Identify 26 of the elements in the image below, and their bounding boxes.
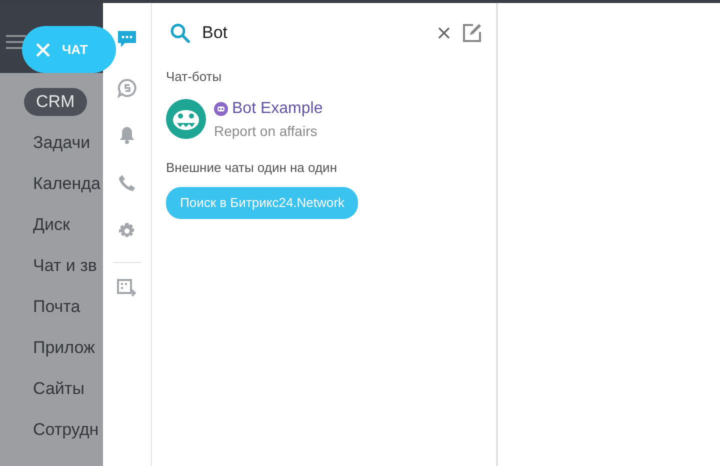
menu-item[interactable]: Диск	[33, 210, 70, 238]
grid-arrow-icon[interactable]	[117, 279, 137, 297]
menu-item[interactable]: Сотрудн	[33, 416, 99, 444]
menu-item[interactable]: Чат и зв	[33, 252, 97, 280]
chat-icon[interactable]	[117, 30, 137, 48]
bot-name[interactable]: Bot Example	[232, 96, 323, 120]
close-icon	[36, 42, 50, 56]
menu-item[interactable]: Сайты	[33, 374, 84, 402]
edit-icon[interactable]	[462, 23, 482, 43]
phone-icon[interactable]	[118, 174, 136, 192]
chat-bubble-icon[interactable]	[117, 78, 137, 98]
menu-item[interactable]: Задачи	[33, 128, 90, 156]
section-title: Внешние чаты один на один	[166, 158, 338, 177]
close-icon[interactable]	[438, 27, 450, 39]
bot-avatar	[166, 99, 206, 139]
menu-item[interactable]: Прилож	[33, 334, 95, 362]
bot-icon	[214, 102, 228, 116]
settings-icon[interactable]	[118, 222, 136, 240]
menu-item[interactable]: CRM	[24, 88, 87, 116]
menu-item[interactable]: Календа	[33, 170, 100, 198]
search-icon	[170, 23, 190, 43]
search-field[interactable]: Bot	[202, 20, 426, 46]
bell-icon[interactable]	[119, 126, 135, 144]
menu-item[interactable]: Почта	[33, 292, 80, 320]
section-title: Чат-боты	[166, 68, 223, 86]
bot-description: Report on affairs	[214, 122, 318, 141]
